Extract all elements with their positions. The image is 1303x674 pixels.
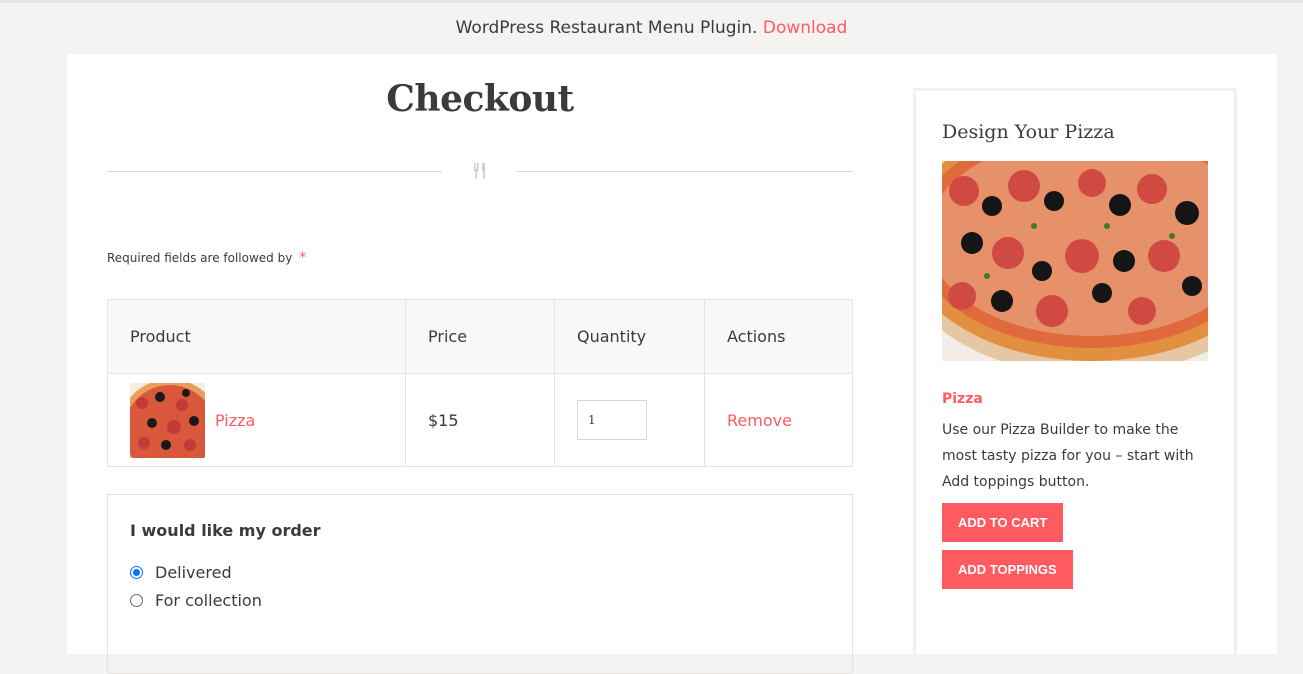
product-cell: Pizza <box>108 374 406 466</box>
add-toppings-button[interactable]: ADD TOPPINGS <box>942 550 1073 589</box>
cutlery-icon <box>474 163 485 179</box>
option-delivered[interactable]: Delivered <box>130 558 830 586</box>
product-link[interactable]: Pizza <box>215 411 255 430</box>
page-content: Checkout Required fields are followed by… <box>67 54 1292 674</box>
download-link[interactable]: Download <box>763 18 848 38</box>
pizza-widget: Design Your Pizza Pizza Use our Pizza Bu… <box>892 88 1292 658</box>
widget-description: Use our Pizza Builder to make the most t… <box>942 422 1194 490</box>
title-divider-left <box>107 171 442 172</box>
title-divider-right <box>517 171 853 172</box>
quantity-cell <box>555 374 705 466</box>
required-asterisk: * <box>299 250 307 266</box>
price-cell: $15 <box>406 374 555 466</box>
column-header-quantity: Quantity <box>555 300 705 373</box>
announcement-text: WordPress Restaurant Menu Plugin. <box>455 18 758 38</box>
cart-table: Product Price Quantity Actions Pizza $15… <box>107 299 853 467</box>
table-row: Pizza $15 Remove <box>108 374 852 466</box>
option-collection[interactable]: For collection <box>130 586 830 614</box>
collection-radio[interactable] <box>130 593 143 607</box>
announcement-bar: WordPress Restaurant Menu Plugin. Downlo… <box>0 0 1303 54</box>
quantity-input[interactable] <box>577 400 647 440</box>
required-text: Required fields are followed by <box>107 251 293 265</box>
collection-label: For collection <box>155 590 262 610</box>
column-header-price: Price <box>406 300 555 373</box>
cart-header-row: Product Price Quantity Actions <box>108 300 852 374</box>
delivered-radio[interactable] <box>130 565 143 579</box>
required-fields-note: Required fields are followed by * <box>107 250 306 266</box>
actions-cell: Remove <box>705 374 852 466</box>
widget-title: Design Your Pizza <box>942 121 1115 143</box>
order-type-heading: I would like my order <box>130 521 321 540</box>
add-to-cart-button[interactable]: ADD TO CART <box>942 503 1064 542</box>
column-header-actions: Actions <box>727 327 786 346</box>
delivered-label: Delivered <box>155 562 232 582</box>
widget-product-name[interactable]: Pizza <box>942 391 1208 407</box>
pizza-thumbnail[interactable] <box>130 382 205 458</box>
remove-link[interactable]: Remove <box>727 411 792 430</box>
page-title: Checkout <box>386 78 574 120</box>
pizza-image <box>892 106 1292 376</box>
order-type-section: I would like my order Delivered For coll… <box>107 494 853 674</box>
column-header-product: Product <box>108 300 406 373</box>
